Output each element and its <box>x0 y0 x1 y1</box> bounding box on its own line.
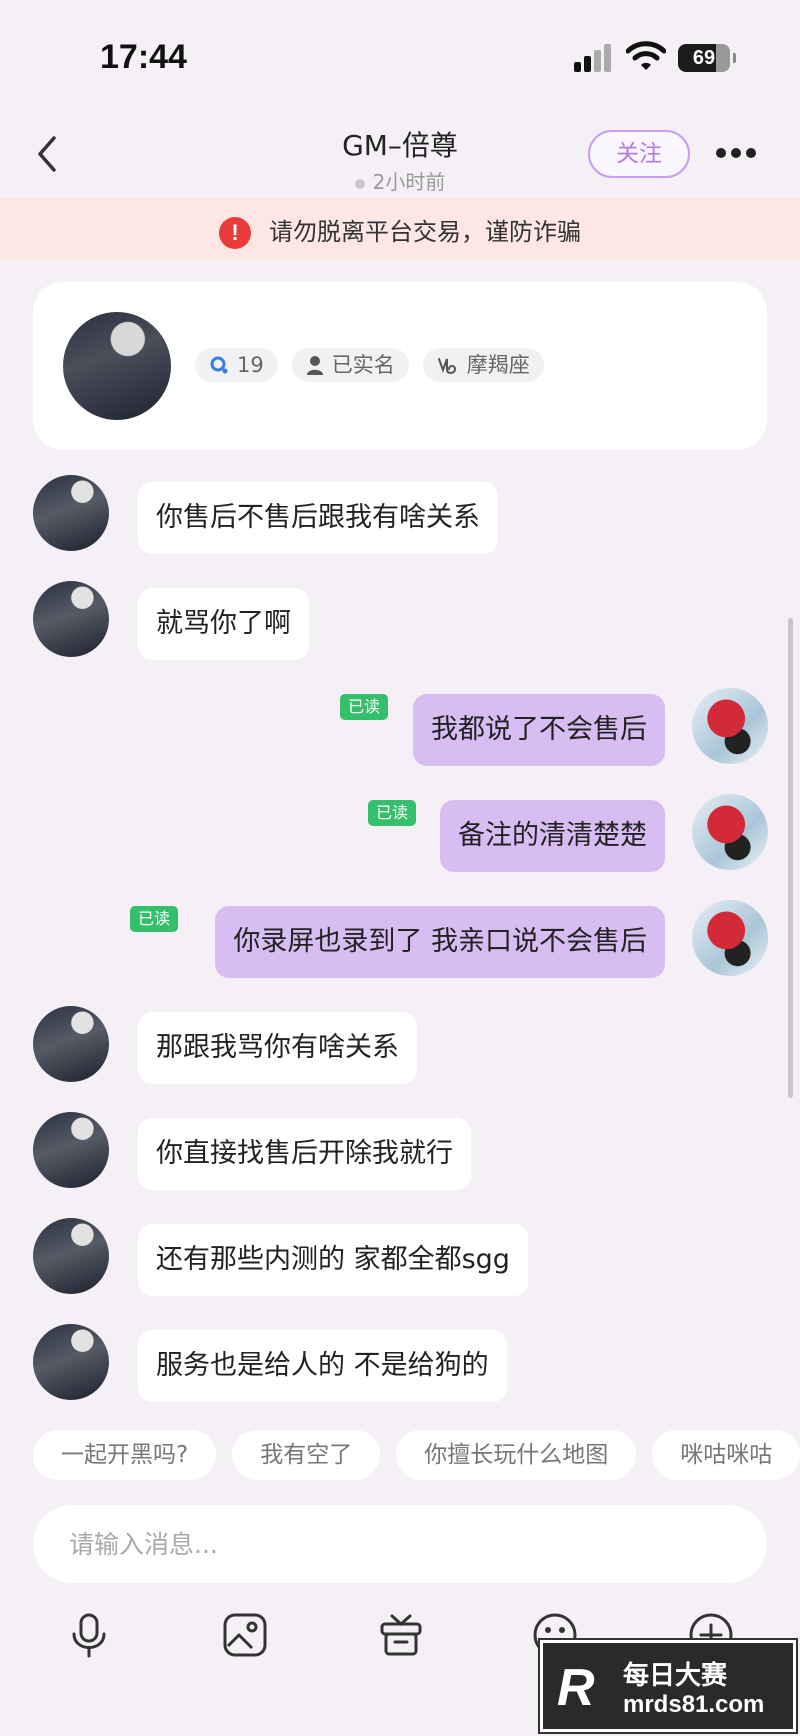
warning-text: 请勿脱离平台交易，谨防诈骗 <box>269 218 581 246</box>
read-receipt-badge: 已读 <box>340 694 389 720</box>
profile-card[interactable]: 19 已实名 摩羯座 <box>33 282 767 450</box>
avatar[interactable] <box>33 1112 109 1188</box>
watermark: R 每日大赛 mrds81.com <box>538 1638 798 1734</box>
message-bubble-received[interactable]: 你直接找售后开除我就行 <box>138 1118 471 1190</box>
avatar[interactable] <box>33 1006 109 1082</box>
level-icon <box>210 356 228 374</box>
avatar[interactable] <box>33 1218 109 1294</box>
message-bubble-sent[interactable]: 你录屏也录到了 我亲口说不会售后 <box>215 906 665 978</box>
read-receipt-badge: 已读 <box>368 800 417 826</box>
level-tag: 19 <box>195 348 278 382</box>
avatar[interactable] <box>33 581 109 657</box>
message-bubble-received[interactable]: 那跟我骂你有啥关系 <box>138 1012 417 1084</box>
status-bar: 17:44 69 <box>0 0 800 110</box>
signal-icon <box>574 44 616 72</box>
more-icon[interactable] <box>716 148 756 160</box>
quick-reply-chip[interactable]: 你擅长玩什么地图 <box>396 1430 637 1480</box>
message-bubble-received[interactable]: 就骂你了啊 <box>138 588 309 660</box>
zodiac-tag: 摩羯座 <box>422 348 544 382</box>
quick-reply-chip[interactable]: 我有空了 <box>232 1430 381 1480</box>
microphone-icon[interactable] <box>66 1612 112 1658</box>
avatar[interactable] <box>63 312 171 420</box>
message-bubble-received[interactable]: 还有那些内测的 家都全都sgg <box>138 1224 528 1296</box>
image-icon[interactable] <box>222 1612 268 1658</box>
follow-button[interactable]: 关注 <box>588 130 690 178</box>
my-avatar[interactable] <box>692 688 768 764</box>
my-avatar[interactable] <box>692 794 768 870</box>
gift-icon[interactable] <box>378 1612 424 1658</box>
watermark-text: 每日大赛 <box>623 1661 728 1691</box>
read-receipt-badge: 已读 <box>130 906 179 932</box>
status-time: 17:44 <box>100 38 187 76</box>
message-bubble-received[interactable]: 你售后不售后跟我有啥关系 <box>138 482 498 554</box>
avatar[interactable] <box>33 475 109 551</box>
offline-dot-icon <box>354 178 365 189</box>
quick-reply-chip[interactable]: 一起开黑吗? <box>33 1430 217 1480</box>
person-icon <box>306 356 323 375</box>
quick-replies: 一起开黑吗? 我有空了 你擅长玩什么地图 咪咕咪咕 <box>33 1430 800 1480</box>
message-input-container <box>33 1505 767 1583</box>
avatar[interactable] <box>33 1324 109 1400</box>
capricorn-icon <box>437 358 456 374</box>
wifi-icon <box>626 41 666 70</box>
message-bubble-sent[interactable]: 我都说了不会售后 <box>413 694 665 766</box>
message-input[interactable] <box>69 1505 729 1583</box>
message-bubble-sent[interactable]: 备注的清清楚楚 <box>440 800 665 872</box>
battery-indicator: 69 <box>678 44 736 72</box>
chat-header: GM–倍尊 2小时前 关注 <box>0 110 800 198</box>
watermark-url: mrds81.com <box>623 1691 765 1718</box>
my-avatar[interactable] <box>692 900 768 976</box>
message-bubble-received[interactable]: 服务也是给人的 不是给狗的 <box>138 1330 507 1402</box>
fraud-warning-banner: ! 请勿脱离平台交易，谨防诈骗 <box>0 198 800 260</box>
scrollbar[interactable] <box>788 618 793 1098</box>
quick-reply-chip[interactable]: 咪咕咪咕 <box>652 1430 800 1480</box>
alert-icon: ! <box>219 217 251 249</box>
verified-tag: 已实名 <box>291 348 409 382</box>
watermark-logo: R <box>557 1659 595 1717</box>
profile-tags: 19 已实名 摩羯座 <box>195 348 544 382</box>
